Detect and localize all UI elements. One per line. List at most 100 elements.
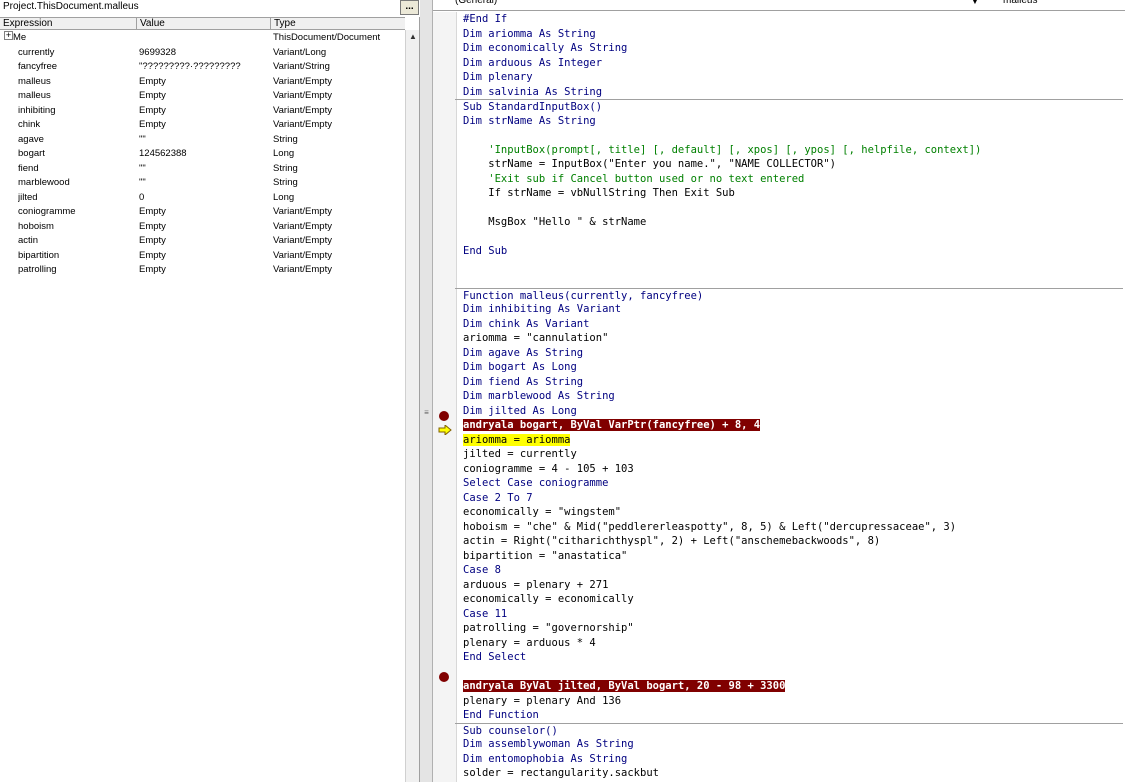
locals-row[interactable]: bipartition Empty Variant/Empty: [0, 249, 405, 264]
chevron-down-icon[interactable]: ▼: [971, 0, 979, 6]
code-line[interactable]: plenary = arduous * 4: [463, 636, 1123, 651]
code-line[interactable]: Dim chink As Variant: [463, 317, 1123, 332]
locals-row[interactable]: jilted 0 Long: [0, 191, 405, 206]
locals-row[interactable]: patrolling Empty Variant/Empty: [0, 263, 405, 278]
code-line[interactable]: Dim salvinia As String: [463, 85, 1123, 100]
pane-splitter[interactable]: ≡: [420, 0, 433, 782]
margin-indicator-bar[interactable]: [433, 12, 457, 782]
code-line[interactable]: Function malleus(currently, fancyfree): [455, 287, 1123, 303]
locals-row[interactable]: chink Empty Variant/Empty: [0, 118, 405, 133]
code-line[interactable]: [463, 259, 1123, 274]
code-line[interactable]: Case 8: [463, 563, 1123, 578]
code-line[interactable]: Dim agave As String: [463, 346, 1123, 361]
code-line[interactable]: MsgBox "Hello " & strName: [463, 215, 1123, 230]
code-line[interactable]: Dim jilted As Long: [463, 404, 1123, 419]
locals-row[interactable]: coniogramme Empty Variant/Empty: [0, 205, 405, 220]
call-stack-button[interactable]: ...: [400, 0, 419, 15]
code-line[interactable]: Dim entomophobia As String: [463, 752, 1123, 767]
code-line[interactable]: jilted = currently: [463, 447, 1123, 462]
type-column-header[interactable]: Type: [271, 18, 405, 30]
code-line[interactable]: Dim arduous As Integer: [463, 56, 1123, 71]
code-line[interactable]: bipartition = "anastatica": [463, 549, 1123, 564]
code-line[interactable]: ariomma = "cannulation": [463, 331, 1123, 346]
code-line[interactable]: arduous = plenary + 271: [463, 578, 1123, 593]
code-line[interactable]: [463, 201, 1123, 216]
code-line[interactable]: hoboism = "che" & Mid("peddlererleaspott…: [463, 520, 1123, 535]
locals-vertical-scrollbar[interactable]: ▲: [405, 30, 419, 782]
procedure-dropdown[interactable]: malleus: [993, 0, 1123, 9]
current-statement-text: ariomma = ariomma: [463, 433, 571, 446]
locals-row[interactable]: fancyfree "?????????·????????? Variant/Str…: [0, 60, 405, 75]
code-line[interactable]: Dim economically As String: [463, 41, 1123, 56]
expression-column-header[interactable]: Expression: [0, 18, 137, 30]
expand-icon[interactable]: +: [4, 31, 13, 40]
code-line[interactable]: Dim marblewood As String: [463, 389, 1123, 404]
code-text: Dim assemblywoman As String: [463, 738, 634, 750]
locals-expression: hoboism: [18, 220, 54, 232]
code-text: jilted = currently: [463, 448, 577, 460]
code-line[interactable]: #End If: [463, 12, 1123, 27]
locals-type: Variant/String: [273, 61, 330, 72]
code-line[interactable]: andryala ByVal jilted, ByVal bogart, 20 …: [463, 679, 1123, 694]
locals-type: Variant/Empty: [273, 104, 332, 116]
scroll-up-icon[interactable]: ▲: [406, 30, 420, 44]
code-text: Case 2 To 7: [463, 491, 533, 504]
code-line[interactable]: End Function: [463, 708, 1123, 723]
locals-row[interactable]: fiend "" String: [0, 162, 405, 177]
locals-row[interactable]: malleus Empty Variant/Empty: [0, 75, 405, 90]
locals-row[interactable]: malleus Empty Variant/Empty: [0, 89, 405, 104]
code-line[interactable]: ariomma = ariomma: [463, 433, 1123, 448]
code-line[interactable]: strName = InputBox("Enter you name.", "N…: [463, 157, 1123, 172]
code-line[interactable]: Sub StandardInputBox(): [455, 99, 1123, 114]
code-line[interactable]: Dim inhibiting As Variant: [463, 302, 1123, 317]
locals-value: Empty: [139, 264, 166, 275]
code-line[interactable]: actin = Right("citharichthyspl", 2) + Le…: [463, 534, 1123, 549]
value-column-header[interactable]: Value: [137, 18, 271, 30]
code-line[interactable]: Case 11: [463, 607, 1123, 622]
locals-row[interactable]: + Me ThisDocument/Document: [0, 31, 405, 46]
code-line[interactable]: Dim plenary: [463, 70, 1123, 85]
code-text: #End If: [463, 13, 508, 25]
code-line[interactable]: If strName = vbNullString Then Exit Sub: [463, 186, 1123, 201]
code-line[interactable]: Dim ariomma As String: [463, 27, 1123, 42]
code-line[interactable]: Case 2 To 7: [463, 491, 1123, 506]
locals-row[interactable]: inhibiting Empty Variant/Empty: [0, 104, 405, 119]
code-line[interactable]: [463, 273, 1123, 288]
locals-value: 9699328: [139, 46, 176, 58]
locals-expression: coniogramme: [18, 206, 76, 217]
code-editor[interactable]: #End If Dim ariomma As String Dim economic…: [455, 12, 1123, 782]
splitter-grip-icon[interactable]: ≡: [423, 408, 430, 418]
code-line[interactable]: solder = rectangularity.sackbut: [463, 766, 1123, 781]
locals-value: Empty: [139, 249, 166, 261]
code-line[interactable]: andryala bogart, ByVal VarPtr(fancyfree)…: [463, 418, 1123, 433]
breakpoint-icon[interactable]: [439, 411, 449, 421]
code-line[interactable]: economically = "wingstem": [463, 505, 1123, 520]
code-line[interactable]: [463, 665, 1123, 680]
locals-row[interactable]: agave "" String: [0, 133, 405, 148]
locals-row[interactable]: bogart 124562388 Long: [0, 147, 405, 162]
code-line[interactable]: economically = economically: [463, 592, 1123, 607]
code-line[interactable]: End Select: [463, 650, 1123, 665]
code-line[interactable]: coniogramme = 4 - 105 + 103: [463, 462, 1123, 477]
code-line[interactable]: plenary = plenary And 136: [463, 694, 1123, 709]
code-line[interactable]: Sub counselor(): [455, 722, 1123, 738]
code-line[interactable]: Select Case coniogramme: [463, 476, 1123, 491]
locals-row[interactable]: marblewood "" String: [0, 176, 405, 191]
code-line[interactable]: [463, 230, 1123, 245]
code-line[interactable]: Dim bogart As Long: [463, 360, 1123, 375]
object-dropdown[interactable]: (General): [455, 0, 985, 9]
code-line[interactable]: End Sub: [463, 244, 1123, 259]
code-line[interactable]: 'Exit sub if Cancel button used or no te…: [463, 172, 1123, 187]
locals-context-bar: Project.ThisDocument.malleus ...: [0, 0, 420, 17]
locals-row[interactable]: hoboism Empty Variant/Empty: [0, 220, 405, 235]
code-line[interactable]: 'InputBox(prompt[, title] [, default] [,…: [463, 143, 1123, 158]
code-line[interactable]: Dim fiend As String: [463, 375, 1123, 390]
locals-type: Variant/Long: [273, 46, 327, 58]
breakpoint-icon[interactable]: [439, 672, 449, 682]
code-line[interactable]: patrolling = "governorship": [463, 621, 1123, 636]
code-line[interactable]: Dim assemblywoman As String: [463, 737, 1123, 752]
locals-row[interactable]: currently 9699328 Variant/Long: [0, 46, 405, 61]
code-line[interactable]: [463, 128, 1123, 143]
code-line[interactable]: Dim strName As String: [463, 114, 1123, 129]
locals-row[interactable]: actin Empty Variant/Empty: [0, 234, 405, 249]
